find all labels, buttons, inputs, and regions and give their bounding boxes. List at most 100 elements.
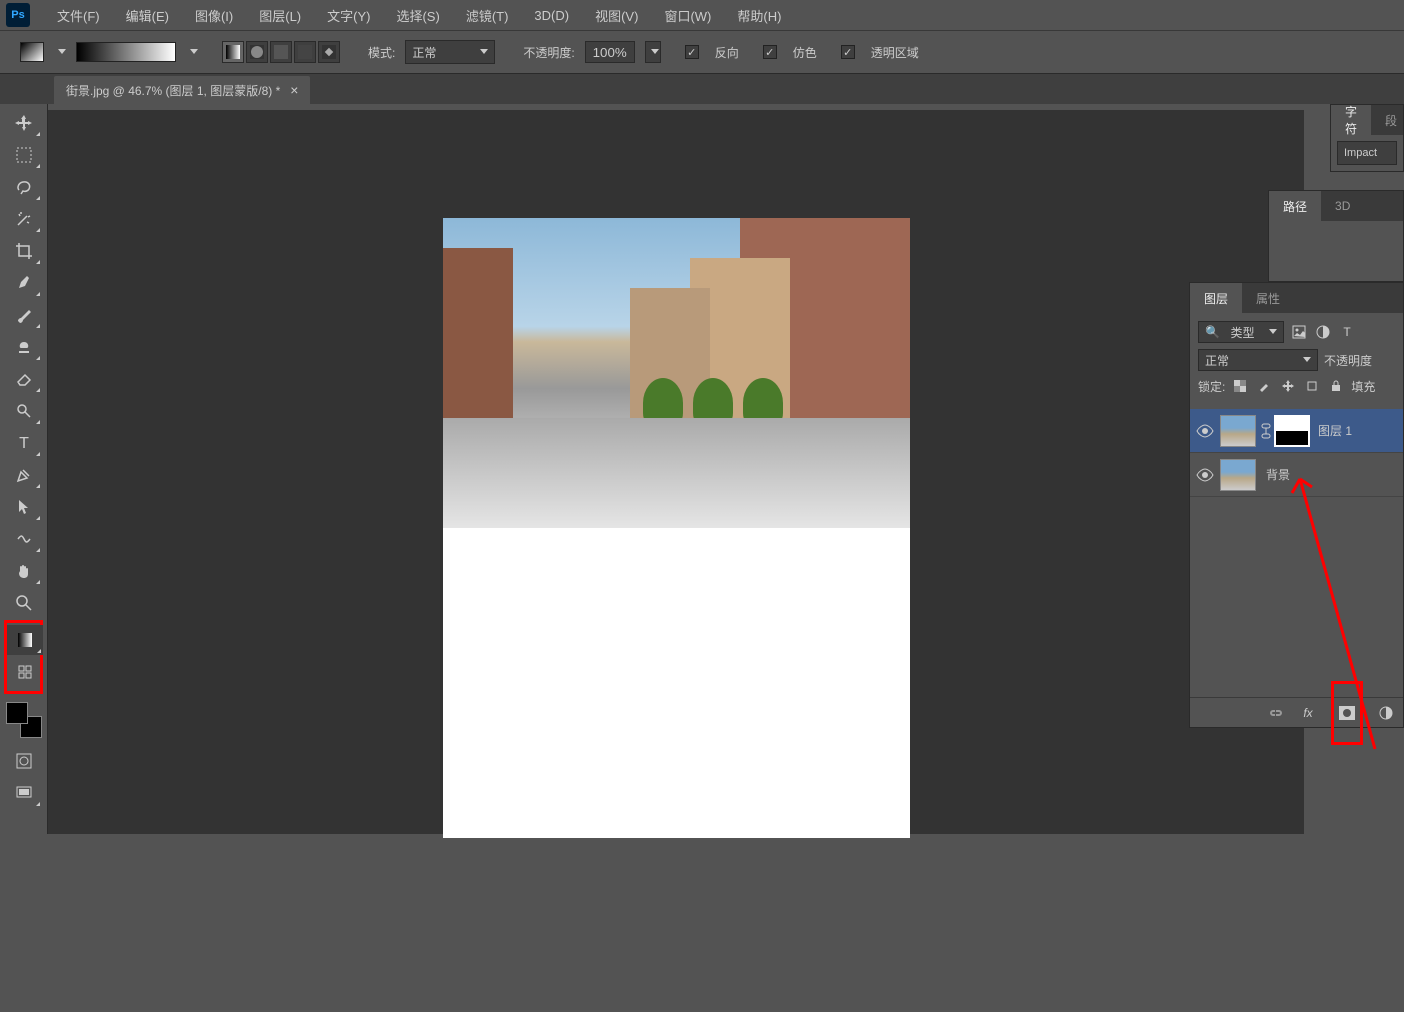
chevron-down-icon [1303,357,1311,363]
document-tab-bar: 街景.jpg @ 46.7% (图层 1, 图层蒙版/8) * × [0,74,1404,104]
add-mask-icon[interactable] [1338,704,1356,722]
screen-mode-tool[interactable] [6,778,42,808]
type-tool[interactable]: T [6,428,42,458]
lock-artboard-icon[interactable] [1303,377,1321,395]
menu-help[interactable]: 帮助(H) [724,6,794,25]
close-tab-button[interactable]: × [290,82,298,98]
layer-thumbnail[interactable] [1220,459,1256,491]
tab-layers[interactable]: 图层 [1190,283,1242,313]
document-title: 街景.jpg @ 46.7% (图层 1, 图层蒙版/8) * [66,82,280,99]
document-tab[interactable]: 街景.jpg @ 46.7% (图层 1, 图层蒙版/8) * × [54,76,310,104]
chevron-down-icon [1269,329,1277,335]
menu-layer[interactable]: 图层(L) [246,6,314,25]
foreground-color[interactable] [6,702,28,724]
path-select-tool[interactable] [6,492,42,522]
edit-toolbar-button[interactable] [7,657,43,687]
quick-mask-tool[interactable] [6,746,42,776]
layer-row-background[interactable]: 背景 [1190,453,1403,497]
menu-file[interactable]: 文件(F) [44,6,113,25]
move-tool[interactable] [6,108,42,138]
gradient-tool-icon[interactable] [20,42,44,62]
layer-blend-mode-select[interactable]: 正常 [1198,349,1318,371]
stamp-tool[interactable] [6,332,42,362]
pen-tool[interactable] [6,460,42,490]
menu-edit[interactable]: 编辑(E) [113,6,182,25]
gradient-angle-button[interactable] [270,41,292,63]
filter-image-icon[interactable] [1290,323,1308,341]
gradient-reflected-button[interactable] [294,41,316,63]
menu-select[interactable]: 选择(S) [383,6,452,25]
layer-mask-thumbnail[interactable] [1274,415,1310,447]
options-bar: 模式: 正常 不透明度: 反向 仿色 透明区域 [0,30,1404,74]
lock-transparent-icon[interactable] [1231,377,1249,395]
menu-window[interactable]: 窗口(W) [651,6,724,25]
hand-tool[interactable] [6,556,42,586]
menu-type[interactable]: 文字(Y) [314,6,383,25]
tab-paths[interactable]: 路径 [1269,191,1321,221]
tab-properties[interactable]: 属性 [1242,283,1294,313]
transparency-label: 透明区域 [871,44,919,61]
font-family-select[interactable]: Impact [1337,141,1397,165]
brush-tool[interactable] [6,300,42,330]
blend-mode-select[interactable]: 正常 [405,40,495,64]
layer-thumbnail[interactable] [1220,415,1256,447]
gradient-radial-button[interactable] [246,41,268,63]
layers-panel-footer: fx [1190,697,1403,727]
crop-tool[interactable] [6,236,42,266]
layer-fx-icon[interactable]: fx [1299,704,1317,722]
dither-label: 仿色 [793,44,817,61]
canvas[interactable] [443,218,910,838]
gradient-linear-button[interactable] [222,41,244,63]
lock-all-icon[interactable] [1327,377,1345,395]
layer-name[interactable]: 背景 [1266,466,1290,483]
gradient-picker-dropdown-icon[interactable] [190,49,198,55]
gradient-diamond-button[interactable] [318,41,340,63]
eraser-tool[interactable] [6,364,42,394]
chevron-down-icon [651,49,659,55]
menu-image[interactable]: 图像(I) [182,6,246,25]
lock-position-icon[interactable] [1279,377,1297,395]
mask-link-icon[interactable] [1260,421,1272,441]
mode-label: 模式: [368,44,395,61]
lock-label: 锁定: [1198,378,1225,395]
adjustment-layer-icon[interactable] [1377,704,1395,722]
tab-3d[interactable]: 3D [1321,191,1364,221]
dodge-tool[interactable] [6,396,42,426]
menu-view[interactable]: 视图(V) [582,6,651,25]
svg-text:T: T [19,435,29,452]
reverse-checkbox[interactable] [685,45,699,59]
visibility-toggle[interactable] [1196,466,1214,484]
eyedropper-tool[interactable] [6,268,42,298]
canvas-area[interactable] [48,110,1304,834]
tab-character[interactable]: 字符 [1331,105,1371,135]
gradient-preview[interactable] [76,42,176,62]
ps-logo-icon: Ps [6,3,30,27]
layer-filter-select[interactable]: 🔍 类型 [1198,321,1284,343]
link-layers-icon[interactable] [1267,704,1285,722]
color-swatches[interactable] [6,702,42,738]
menu-filter[interactable]: 滤镜(T) [453,6,522,25]
visibility-toggle[interactable] [1196,422,1214,440]
transparency-checkbox[interactable] [841,45,855,59]
lasso-tool[interactable] [6,172,42,202]
filter-adjust-icon[interactable] [1314,323,1332,341]
layer-row-1[interactable]: 图层 1 [1190,409,1403,453]
layer-opacity-label: 不透明度 [1324,352,1372,369]
layer-name[interactable]: 图层 1 [1318,422,1352,439]
menu-3d[interactable]: 3D(D) [521,8,582,23]
opacity-stepper[interactable] [645,41,661,63]
zoom-tool[interactable] [6,588,42,618]
dither-checkbox[interactable] [763,45,777,59]
opacity-label: 不透明度: [523,44,574,61]
shape-tool[interactable] [6,524,42,554]
gradient-tool-dropdown-icon[interactable] [58,49,66,55]
opacity-input[interactable] [585,41,635,63]
lock-brush-icon[interactable] [1255,377,1273,395]
layers-panel: 图层 属性 🔍 类型 T 正常 [1189,282,1404,728]
tab-paragraph[interactable]: 段 [1371,105,1404,135]
gradient-tool[interactable] [7,625,43,655]
paths-panel: 路径 3D [1268,190,1404,282]
marquee-tool[interactable] [6,140,42,170]
magic-wand-tool[interactable] [6,204,42,234]
filter-type-icon[interactable]: T [1338,323,1356,341]
